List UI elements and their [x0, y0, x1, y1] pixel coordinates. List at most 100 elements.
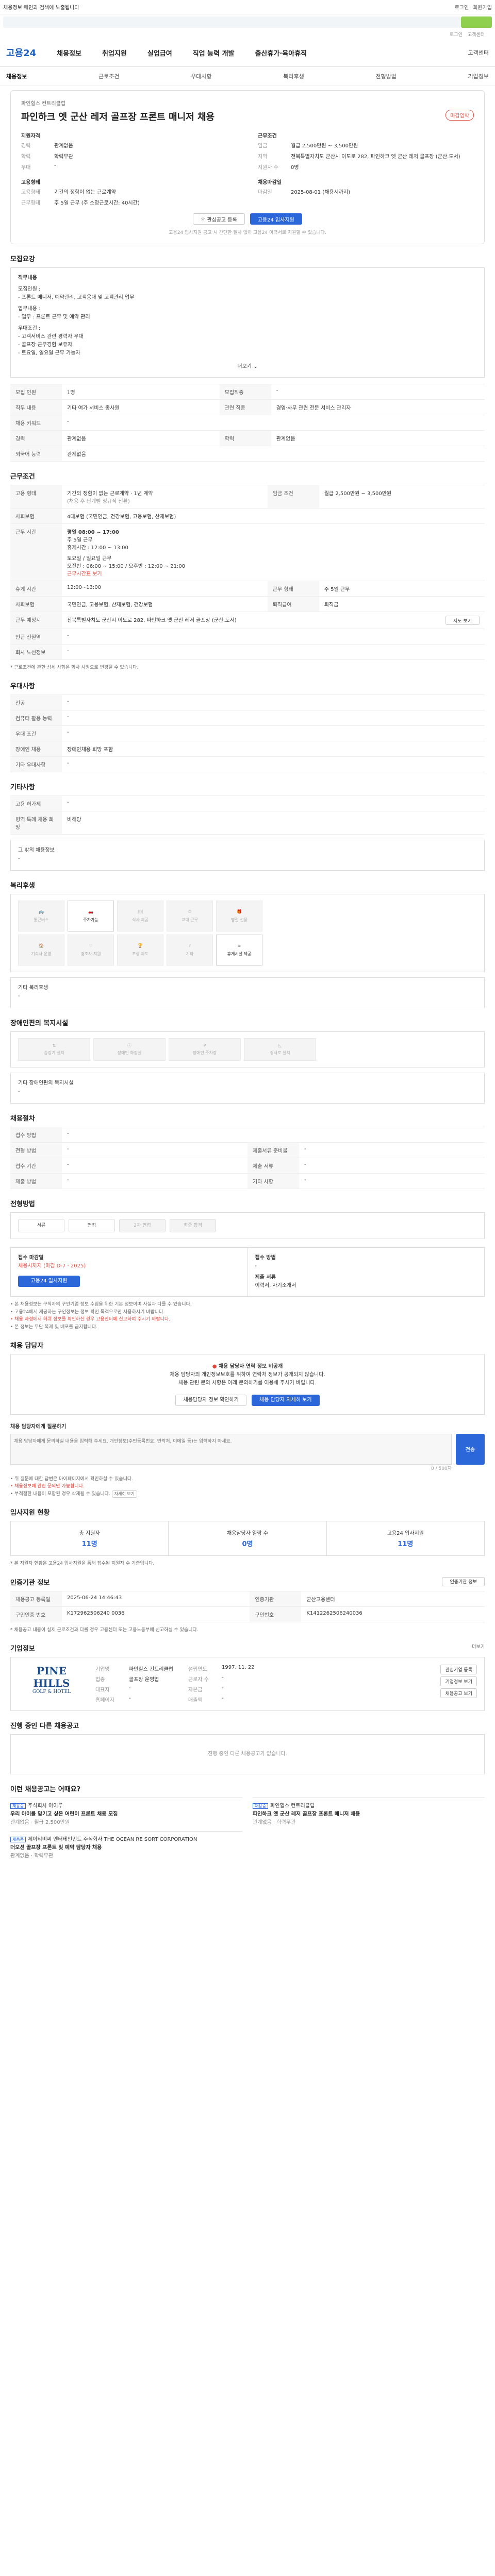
contact-detail-button[interactable]: 채용 담당자 자세히 보기 [252, 1394, 320, 1406]
tab-2[interactable]: 우대사항 [191, 72, 211, 80]
welfare-item: ? 기타 [167, 935, 213, 966]
job-title: 더오션 골프장 프론트 및 예약 담당자 채용 [10, 1844, 102, 1851]
contact-info-button[interactable]: 채용담당자 정보 확인하기 [175, 1394, 246, 1406]
contact-title: 채용 담당자 [10, 1342, 44, 1350]
nav-item[interactable]: 실업급여 [147, 48, 172, 58]
qa-help-button[interactable]: 자세히 보기 [111, 1490, 138, 1498]
row-val: - [62, 629, 485, 645]
nav-pill[interactable]: 고객센터 [468, 48, 489, 57]
tab-4[interactable]: 전형방법 [375, 72, 396, 80]
qa-input[interactable] [10, 1433, 452, 1465]
company-info-button[interactable]: 기업정보 보기 [440, 1676, 477, 1686]
row-key: 전공 [10, 694, 62, 711]
process-box: 서류 면접 2차 면접 최종 합격 [10, 1212, 485, 1240]
company-name[interactable]: 파인힐스 컨트리클럽 [21, 99, 474, 107]
qa-submit-button[interactable]: 전송 [456, 1433, 485, 1465]
company-logo: PINE HILLS GOLF & HOTEL [18, 1665, 85, 1703]
more-button[interactable]: 더보기 [237, 364, 252, 369]
nav-item[interactable]: 출산휴가·육아휴직 [255, 48, 307, 58]
mgmt-button[interactable]: 인증기관 정보 [442, 1577, 485, 1586]
job-company-text: 제이티비씨 엔터테인먼트 주식회사 THE OCEAN RE SORT CORP… [28, 1836, 197, 1842]
similar-title: 이런 채용공고는 어때요? [10, 1785, 81, 1793]
pref-title: 우대사항 [10, 683, 35, 691]
company-box: PINE HILLS GOLF & HOTEL 기업명 파인힐스 컨트리클럽 설립… [10, 1656, 485, 1711]
duty-box: 직무내용 모집인원 : - 프론트 매니저, 예약관리, 고객응대 및 고객관리… [10, 267, 485, 378]
nav-item[interactable]: 직업 능력 개발 [193, 48, 235, 58]
kv-val: 1997. 11. 22 [222, 1664, 255, 1670]
pref-table: 전공 - 컴퓨터 활용 능력 - 우대 조건 - 장애인 채용 장애인채용 희망 포함 … [10, 694, 485, 773]
sub-nav: 채용정보 근로조건 우대사항 복리후생 전형방법 기업정보 [0, 67, 495, 86]
tab-0[interactable]: 채용정보 [6, 72, 27, 80]
hours-line: 휴게시간 : 12:00 ~ 13:00 [67, 545, 128, 551]
notes-list: • 본 채용정보는 구직자의 구인기업 정보 수집을 위한 기본 정보이며 사실… [10, 1301, 485, 1331]
row-key: 채용 키워드 [10, 415, 62, 431]
process-title: 전형방법 [10, 1200, 35, 1209]
tab-1[interactable]: 근로조건 [98, 72, 119, 80]
row-key: 우대 조건 [10, 725, 62, 742]
row-val: 기타 여가 서비스 종사원 [62, 399, 220, 415]
nav-item[interactable]: 채용정보 [57, 48, 81, 58]
hours-link[interactable]: 근무시간표 보기 [67, 569, 480, 577]
kv-val: 학력무관 [54, 154, 73, 160]
row-key: 기타 우대사항 [10, 756, 62, 773]
row-val: - [62, 756, 485, 773]
house-icon: 🏠 [39, 943, 44, 948]
company-interest-button[interactable]: 관심기업 등록 [440, 1664, 477, 1674]
row-val: 관계없음 [62, 430, 220, 446]
status-title: 입사지원 현황 [10, 1509, 50, 1517]
hours-key: 근무 시간 [10, 523, 62, 581]
tab-3[interactable]: 복리후생 [283, 72, 304, 80]
company-jobs-button[interactable]: 채용공고 보기 [440, 1688, 477, 1698]
help-link[interactable]: 고객센터 [468, 31, 485, 38]
apply-button-2[interactable]: 고용24 입사지원 [18, 1276, 80, 1287]
apply-right2-title: 제출 서류 [255, 1275, 276, 1281]
status-box: 총 지원자 11명 채용담당자 열람 수 0명 고용24 입사지원 11명 [10, 1521, 485, 1556]
disabled-item: ⇅ 승강기 설치 [18, 1038, 90, 1061]
alert-body: 채용 담당자의 개인정보보호를 위하여 연락처 정보가 공개되지 않습니다. [170, 1371, 325, 1378]
duty-line: 업무내용 : [18, 306, 41, 312]
kv-key: 기업명 [95, 1666, 110, 1672]
duty-line: - 골프장 근무경험 보유자 [18, 342, 73, 348]
row-key: 근무 예정지 [10, 612, 62, 629]
kv-key: 업종 [95, 1676, 105, 1683]
welfare-other-title: 기타 복리후생 [18, 985, 48, 991]
topbar-signup[interactable]: 회원가입 [473, 3, 492, 11]
login-link[interactable]: 로그인 [450, 31, 463, 38]
welfare-label: 휴게시설 제공 [227, 952, 252, 957]
topbar: 채용정보 메인과 검색에 노출됩니다 로그인 회원가입 [0, 0, 495, 14]
process-step: 면접 [69, 1219, 115, 1233]
search-input[interactable] [3, 16, 461, 28]
closed-box: 진행 중인 다른 채용공고가 없습니다. [10, 1734, 485, 1774]
main-nav: 고용24 채용정보 취업지원 실업급여 직업 능력 개발 출산휴가·육아휴직 고… [0, 39, 495, 67]
interest-button[interactable]: ☆ 관심공고 등록 [193, 213, 245, 225]
tab-5[interactable]: 기업정보 [468, 72, 488, 80]
site-logo[interactable]: 고용24 [6, 46, 36, 59]
welfare-item: 🎁 명절 선물 [216, 901, 262, 932]
alert-title: ● 채용 담당자 연락 정보 비공개 [19, 1363, 476, 1371]
duty-line: - 업무 : 프론트 근무 및 예약 관리 [18, 314, 90, 320]
row-val: 국민연금, 고용보험, 산재보험, 건강보험 [62, 596, 268, 612]
right-title: 근무조건 [258, 133, 277, 139]
apply-button[interactable]: 고용24 입사지원 [250, 213, 302, 225]
topbar-login[interactable]: 로그인 [455, 3, 469, 11]
disabled-label: 승강기 설치 [44, 1050, 64, 1056]
welfare-label: 통근버스 [34, 918, 49, 923]
ramp-icon: ◺ [278, 1043, 282, 1048]
job-card[interactable]: 채용중 파인힐스 컨트리클럽 파인하크 엣 군산 레저 골프장 프론트 매니저 채… [253, 1797, 485, 1831]
duty-line: 우대조건 : [18, 326, 41, 331]
job-card[interactable]: 채용중 주식회사 아이루 우리 아이를 맡기고 싶은 어린이 프론트 채용 모집 … [10, 1797, 242, 1831]
kv-val: - [222, 1674, 224, 1681]
disabled-item: P 장애인 주차장 [169, 1038, 241, 1061]
qa-count: 0 / 500자 [431, 1466, 452, 1471]
job-card[interactable]: 채용중 제이티비씨 엔터테인먼트 주식회사 THE OCEAN RE SORT C… [10, 1831, 242, 1865]
deadline-tag: 마감임박 [446, 110, 474, 121]
kv-key: 우대 [21, 165, 31, 171]
row-key: 컴퓨터 활용 능력 [10, 710, 62, 726]
row-key: 기타 사항 [248, 1173, 299, 1190]
row-val: 관계없음 [271, 430, 485, 446]
map-button[interactable]: 지도 보기 [446, 616, 480, 625]
nav-item[interactable]: 취업지원 [102, 48, 127, 58]
search-button[interactable] [461, 16, 492, 28]
stat-value: 11명 [398, 1540, 414, 1549]
company-more[interactable]: 더보기 [472, 1643, 485, 1650]
